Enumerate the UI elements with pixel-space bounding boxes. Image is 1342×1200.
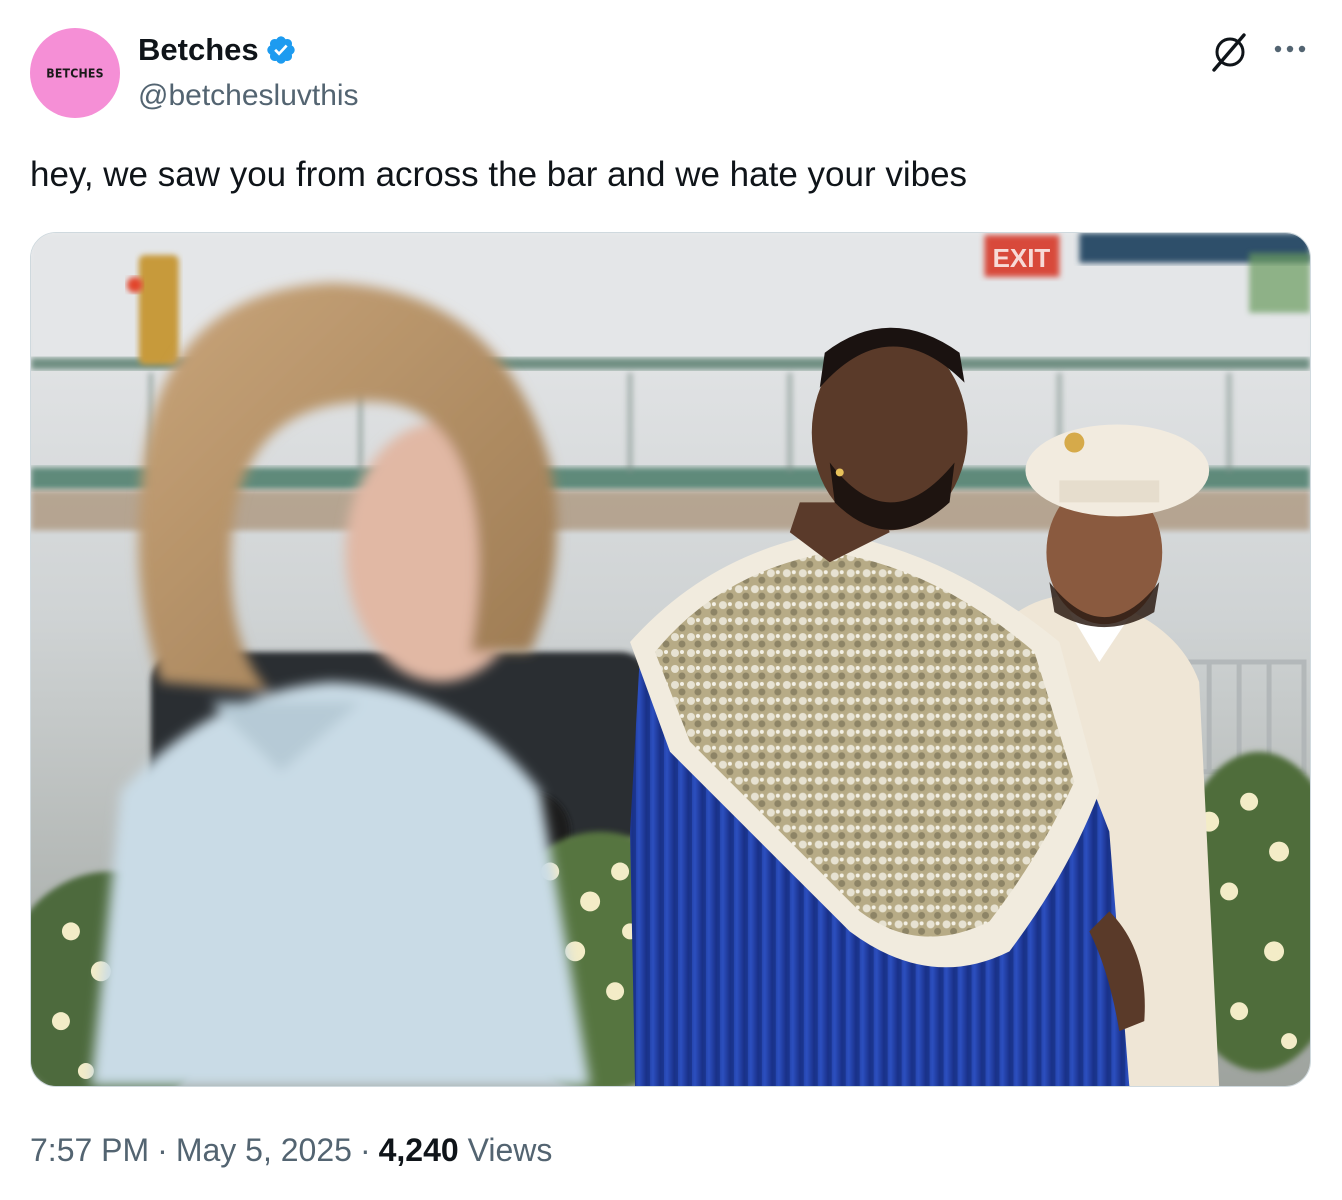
- grok-icon[interactable]: [1208, 30, 1252, 74]
- views-count[interactable]: 4,240: [379, 1132, 459, 1168]
- avatar[interactable]: BETCHES: [30, 28, 120, 118]
- views-label[interactable]: Views: [468, 1132, 553, 1168]
- more-icon[interactable]: [1272, 34, 1308, 64]
- display-name[interactable]: Betches: [138, 30, 259, 70]
- tweet-time[interactable]: 7:57 PM: [30, 1132, 149, 1168]
- separator: ·: [157, 1132, 168, 1168]
- tweet-photo[interactable]: EXIT: [30, 232, 1311, 1087]
- tweet-text: hey, we saw you from across the bar and …: [30, 155, 968, 194]
- tweet-date[interactable]: May 5, 2025: [176, 1132, 352, 1168]
- separator: ·: [359, 1132, 371, 1168]
- exit-sign-text: EXIT: [993, 245, 1051, 273]
- tweet-meta: 7:57 PM · May 5, 2025 · 4,240 Views: [30, 1128, 552, 1172]
- avatar-logo-text: BETCHES: [46, 65, 104, 81]
- handle[interactable]: @betchesluvthis: [138, 76, 359, 116]
- photo-illustration: EXIT: [31, 233, 1310, 1086]
- author-name-row: Betches: [138, 30, 297, 70]
- verified-badge-icon[interactable]: [265, 34, 297, 66]
